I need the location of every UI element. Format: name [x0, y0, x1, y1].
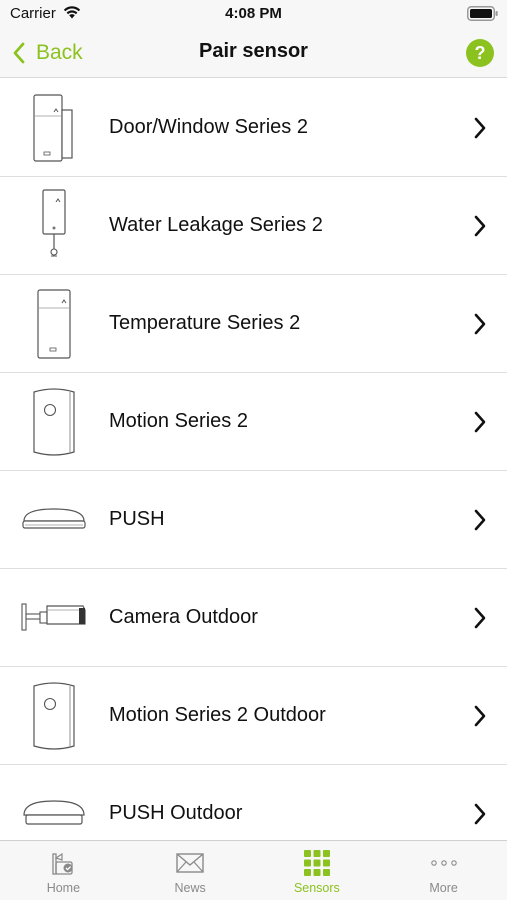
- sensors-grid-icon: [303, 847, 331, 879]
- envelope-icon: [175, 847, 205, 879]
- chevron-right-icon: [474, 607, 486, 628]
- chevron-right-icon: [474, 411, 486, 432]
- clock: 4:08 PM: [225, 5, 282, 22]
- push-button-icon: [10, 472, 98, 568]
- sensor-label: PUSH: [109, 508, 165, 530]
- sensor-row-water-leakage[interactable]: Water Leakage Series 2: [0, 177, 507, 275]
- home-tab-icon: [48, 847, 78, 879]
- sensor-label: Motion Series 2 Outdoor: [109, 704, 326, 726]
- battery-icon: [467, 6, 498, 21]
- back-button[interactable]: Back: [12, 38, 83, 68]
- sensor-label: Camera Outdoor: [109, 606, 258, 628]
- chevron-right-icon: [474, 705, 486, 726]
- chevron-right-icon: [474, 803, 486, 824]
- sensor-list: Door/Window Series 2 Water Leakage Serie…: [0, 79, 507, 840]
- sensor-label: PUSH Outdoor: [109, 802, 243, 824]
- sensor-row-camera-outdoor[interactable]: Camera Outdoor: [0, 569, 507, 667]
- tab-home[interactable]: Home: [0, 841, 127, 900]
- sensor-row-motion[interactable]: Motion Series 2: [0, 373, 507, 471]
- tab-label: News: [174, 881, 206, 895]
- sensor-row-push[interactable]: PUSH: [0, 471, 507, 569]
- push-outdoor-icon: [10, 766, 98, 841]
- tab-sensors[interactable]: Sensors: [254, 841, 381, 900]
- chevron-right-icon: [474, 313, 486, 334]
- sensor-row-temperature[interactable]: Temperature Series 2: [0, 275, 507, 373]
- tab-news[interactable]: News: [127, 841, 254, 900]
- sensor-label: Door/Window Series 2: [109, 116, 308, 138]
- tab-label: More: [429, 881, 458, 895]
- sensor-label: Water Leakage Series 2: [109, 214, 323, 236]
- motion-outdoor-sensor-icon: [10, 668, 98, 764]
- sensor-row-motion-outdoor[interactable]: Motion Series 2 Outdoor: [0, 667, 507, 765]
- sensor-label: Temperature Series 2: [109, 312, 301, 334]
- outdoor-camera-icon: [10, 570, 98, 666]
- back-label: Back: [36, 41, 83, 64]
- tab-label: Home: [46, 881, 81, 895]
- more-dots-icon: [429, 847, 459, 879]
- water-leakage-sensor-icon: [10, 178, 98, 274]
- help-button[interactable]: ?: [466, 39, 494, 67]
- chevron-right-icon: [474, 117, 486, 138]
- motion-sensor-icon: [10, 374, 98, 470]
- status-bar: Carrier 4:08 PM: [0, 0, 507, 28]
- temperature-sensor-icon: [10, 276, 98, 372]
- sensor-row-door-window[interactable]: Door/Window Series 2: [0, 79, 507, 177]
- door-window-sensor-icon: [10, 80, 98, 176]
- chevron-right-icon: [474, 509, 486, 530]
- navigation-bar: Back Pair sensor ?: [0, 28, 507, 78]
- sensor-label: Motion Series 2: [109, 410, 248, 432]
- chevron-right-icon: [474, 215, 486, 236]
- tab-bar: Home News Sensors More: [0, 840, 507, 900]
- tab-label: Sensors: [293, 881, 340, 895]
- sensor-row-push-outdoor[interactable]: PUSH Outdoor: [0, 765, 507, 840]
- chevron-left-icon: [13, 42, 25, 64]
- tab-more[interactable]: More: [380, 841, 507, 900]
